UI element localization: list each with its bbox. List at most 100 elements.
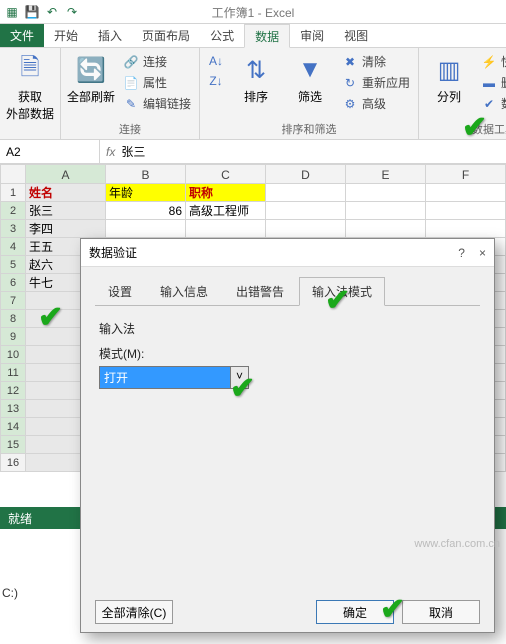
ok-button[interactable]: 确定 [316, 600, 394, 624]
cell[interactable] [106, 220, 186, 238]
rowhead[interactable]: 16 [0, 454, 26, 472]
excel-icon: ▦ [4, 4, 20, 20]
tab-file[interactable]: 文件 [0, 24, 44, 47]
cell[interactable]: 职称 [186, 184, 266, 202]
rowhead[interactable]: 7 [0, 292, 26, 310]
cell[interactable] [426, 184, 506, 202]
advanced-filter-button[interactable]: ⚙高级 [340, 94, 412, 113]
rowhead[interactable]: 6 [0, 274, 26, 292]
tab-layout[interactable]: 页面布局 [132, 24, 200, 47]
flash-fill-button[interactable]: ⚡快速填充 [479, 52, 506, 71]
rowhead[interactable]: 5 [0, 256, 26, 274]
watermark: www.cfan.com.cn [414, 538, 500, 550]
cell[interactable] [426, 220, 506, 238]
colhead-A[interactable]: A [26, 164, 106, 184]
cell[interactable] [186, 220, 266, 238]
sort-desc-button[interactable]: Z↓ [206, 72, 226, 90]
data-validation-button[interactable]: ✔数据验证 [479, 94, 506, 113]
rowhead[interactable]: 12 [0, 382, 26, 400]
group-data-tools: ▥ 分列 ⚡快速填充 ▬删除重复项 ✔数据验证 数据工具 [419, 48, 506, 139]
cancel-button[interactable]: 取消 [402, 600, 480, 624]
rowhead[interactable]: 9 [0, 328, 26, 346]
rowhead[interactable]: 14 [0, 418, 26, 436]
tab-review[interactable]: 审阅 [290, 24, 334, 47]
dialog-tab-ime[interactable]: 输入法模式 [299, 277, 385, 306]
mode-select[interactable]: 打开 ˅ [99, 366, 249, 389]
properties-button[interactable]: 📄属性 [121, 73, 193, 92]
cell[interactable]: 张三 [26, 202, 106, 220]
reapply-icon: ↻ [342, 75, 358, 91]
cell[interactable] [266, 184, 346, 202]
filter-button[interactable]: ▼ 筛选 [286, 52, 334, 105]
dialog-tab-input[interactable]: 输入信息 [147, 277, 221, 305]
rowhead[interactable]: 10 [0, 346, 26, 364]
reapply-button[interactable]: ↻重新应用 [340, 73, 412, 92]
status-text: 就绪 [8, 510, 32, 527]
formula-input[interactable]: 张三 [121, 143, 145, 160]
cell[interactable] [346, 184, 426, 202]
cell[interactable] [266, 202, 346, 220]
rowhead[interactable]: 4 [0, 238, 26, 256]
rowhead[interactable]: 13 [0, 400, 26, 418]
cell[interactable]: 姓名 [26, 184, 106, 202]
refresh-label: 全部刷新 [67, 88, 115, 105]
refresh-all-button[interactable]: 🔄 全部刷新 [67, 52, 115, 105]
rowhead[interactable]: 2 [0, 202, 26, 220]
cell[interactable]: 高级工程师 [186, 202, 266, 220]
connections-button[interactable]: 🔗连接 [121, 52, 193, 71]
rowhead[interactable]: 15 [0, 436, 26, 454]
edit-links-icon: ✎ [123, 96, 139, 112]
tab-home[interactable]: 开始 [44, 24, 88, 47]
rowhead[interactable]: 3 [0, 220, 26, 238]
row-headers: 1 2 3 4 5 6 7 8 9 10 11 12 13 14 15 16 [0, 184, 26, 472]
cell[interactable] [266, 220, 346, 238]
dialog-tab-error[interactable]: 出错警告 [223, 277, 297, 305]
colhead-D[interactable]: D [266, 164, 346, 184]
dialog-tab-settings[interactable]: 设置 [95, 277, 145, 305]
dedup-icon: ▬ [481, 75, 497, 91]
redo-icon[interactable]: ↷ [64, 4, 80, 20]
ribbon: 🗎 获取 外部数据 🔄 全部刷新 🔗连接 📄属性 ✎编辑链接 连接 A↓ Z↓ [0, 48, 506, 140]
cell[interactable] [346, 220, 426, 238]
text-to-columns-button[interactable]: ▥ 分列 [425, 52, 473, 105]
tab-formula[interactable]: 公式 [200, 24, 244, 47]
cell[interactable] [346, 202, 426, 220]
sort-button[interactable]: ⇅ 排序 [232, 52, 280, 105]
ribbon-tabs: 文件 开始 插入 页面布局 公式 数据 审阅 视图 [0, 24, 506, 48]
name-box[interactable]: A2 [0, 140, 100, 163]
clear-filter-button[interactable]: ✖清除 [340, 52, 412, 71]
tab-insert[interactable]: 插入 [88, 24, 132, 47]
dialog-close-button[interactable]: × [479, 246, 486, 260]
properties-icon: 📄 [123, 75, 139, 91]
cell[interactable]: 86 [106, 202, 186, 220]
dialog-help-button[interactable]: ? [458, 246, 465, 260]
undo-icon[interactable]: ↶ [44, 4, 60, 20]
refresh-icon: 🔄 [75, 54, 107, 86]
sort-asc-button[interactable]: A↓ [206, 52, 226, 70]
filter-icon: ▼ [294, 54, 326, 86]
formula-bar: A2 fx 张三 [0, 140, 506, 164]
edit-links-button[interactable]: ✎编辑链接 [121, 94, 193, 113]
split-icon: ▥ [433, 54, 465, 86]
window-title: 工作簿1 - Excel [212, 4, 295, 21]
rowhead[interactable]: 11 [0, 364, 26, 382]
get-external-data-button[interactable]: 🗎 获取 外部数据 [6, 52, 54, 122]
colhead-C[interactable]: C [186, 164, 266, 184]
save-icon[interactable]: 💾 [24, 4, 40, 20]
colhead-E[interactable]: E [346, 164, 426, 184]
clear-icon: ✖ [342, 54, 358, 70]
fx-icon[interactable]: fx [106, 145, 115, 159]
colhead-F[interactable]: F [426, 164, 506, 184]
tab-view[interactable]: 视图 [334, 24, 378, 47]
clear-all-button[interactable]: 全部清除(C) [95, 600, 173, 624]
cell[interactable] [426, 202, 506, 220]
select-all-corner[interactable] [0, 164, 26, 184]
rowhead[interactable]: 8 [0, 310, 26, 328]
group-sort-filter: A↓ Z↓ ⇅ 排序 ▼ 筛选 ✖清除 ↻重新应用 ⚙高级 排序和筛选 [200, 48, 419, 139]
rowhead[interactable]: 1 [0, 184, 26, 202]
cell[interactable]: 年龄 [106, 184, 186, 202]
remove-duplicates-button[interactable]: ▬删除重复项 [479, 73, 506, 92]
cell[interactable]: 李四 [26, 220, 106, 238]
colhead-B[interactable]: B [106, 164, 186, 184]
tab-data[interactable]: 数据 [244, 24, 290, 48]
